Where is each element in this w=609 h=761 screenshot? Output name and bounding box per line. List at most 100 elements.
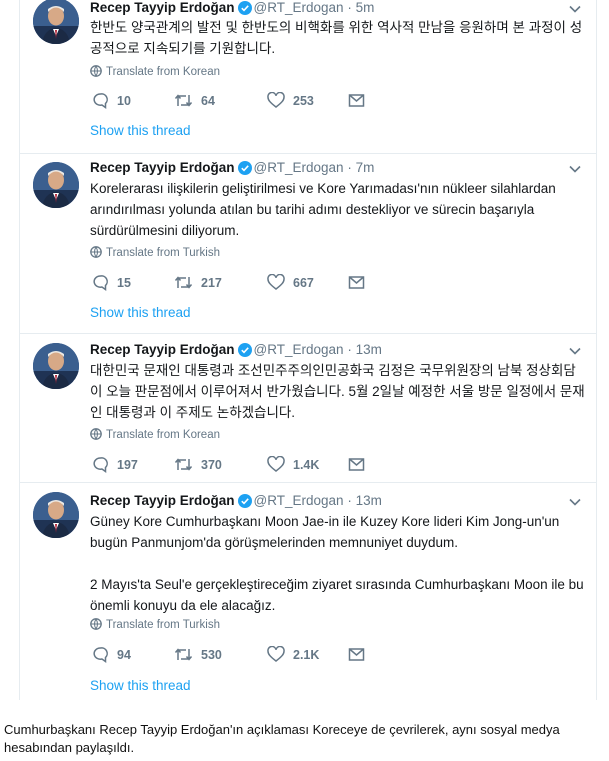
reply-icon [93,647,108,663]
like-count: 2.1K [293,648,320,662]
reply-count: 10 [117,94,131,108]
translate-link[interactable]: Translate from Turkish [90,618,220,632]
message-button[interactable] [348,273,373,293]
reply-button[interactable]: 94 [92,645,131,665]
like-count: 1.4K [293,458,320,472]
verified-icon [237,494,252,508]
tweet-paragraph: 대한민국 문재인 대통령과 조선민주주의인민공화국 김정은 국무위원장의 남북 … [90,363,585,420]
tweet-paragraph: 2 Mayıs'ta Seul'e gerçekleştireceğim ziy… [90,577,584,613]
author-handle[interactable]: @RT_Erdogan [254,160,344,175]
like-count: 253 [293,94,314,108]
image-caption: Cumhurbaşkanı Recep Tayyip Erdoğan'ın aç… [4,722,560,755]
author-name[interactable]: Recep Tayyip Erdoğan [90,0,235,15]
tweet-header: Recep Tayyip Erdoğan @RT_Erdogan · 7m [90,159,374,177]
avatar[interactable] [33,492,79,538]
author-handle[interactable]: @RT_Erdogan [254,342,344,357]
globe-icon [90,65,102,77]
chevron-down-icon[interactable] [568,2,582,16]
globe-icon [90,428,102,440]
retweet-button[interactable]: 370 [174,455,222,475]
separator: · [347,493,352,508]
reply-icon [93,93,108,109]
timeline: Recep Tayyip Erdoğan @RT_Erdogan · 5m 한반도… [19,0,597,700]
timestamp[interactable]: 13m [356,342,382,357]
reply-button[interactable]: 15 [92,273,131,293]
tweet-header: Recep Tayyip Erdoğan @RT_Erdogan · 5m [90,0,374,17]
show-thread-link[interactable]: Show this thread [90,304,191,322]
retweet-count: 370 [201,458,222,472]
show-thread-link[interactable]: Show this thread [90,122,191,140]
retweet-button[interactable]: 64 [174,91,215,111]
reply-count: 15 [117,276,131,290]
avatar[interactable] [33,0,79,44]
reply-button[interactable]: 197 [92,455,138,475]
retweet-icon [174,648,193,661]
retweet-icon [174,94,193,107]
like-button[interactable]: 667 [267,273,314,293]
like-icon [267,273,285,290]
tweet[interactable]: Recep Tayyip Erdoğan @RT_Erdogan · 5m 한반도… [20,0,596,154]
translate-label: Translate from Korean [106,66,220,78]
tweet-paragraph: Güney Kore Cumhurbaşkanı Moon Jae-in ile… [90,514,560,550]
translate-link[interactable]: Translate from Turkish [90,246,220,260]
retweet-button[interactable]: 217 [174,273,222,293]
like-count: 667 [293,276,314,290]
reply-icon [93,457,108,473]
tweet[interactable]: Recep Tayyip Erdoğan @RT_Erdogan · 13m 대한… [20,334,596,483]
globe-icon [90,246,102,258]
timestamp[interactable]: 7m [356,160,375,175]
author-name[interactable]: Recep Tayyip Erdoğan [90,160,235,175]
author-name[interactable]: Recep Tayyip Erdoğan [90,493,235,508]
like-button[interactable]: 2.1K [267,645,319,665]
tweet[interactable]: Recep Tayyip Erdoğan @RT_Erdogan · 13m Gü… [20,483,596,700]
retweet-icon [174,276,193,289]
translate-label: Translate from Turkish [106,247,220,259]
retweet-count: 217 [201,276,222,290]
separator: · [347,342,352,357]
chevron-down-icon[interactable] [568,495,582,509]
author-handle[interactable]: @RT_Erdogan [254,0,344,15]
like-button[interactable]: 253 [267,91,314,111]
tweet-header: Recep Tayyip Erdoğan @RT_Erdogan · 13m [90,492,382,510]
avatar[interactable] [33,162,79,208]
tweet-text: Korelerarası ilişkilerin geliştirilmesi … [90,178,585,241]
message-icon [348,94,365,107]
like-button[interactable]: 1.4K [267,455,319,475]
separator: · [347,0,352,15]
chevron-down-icon[interactable] [568,344,582,358]
verified-icon [237,1,252,15]
globe-icon [90,618,102,630]
author-name[interactable]: Recep Tayyip Erdoğan [90,342,235,357]
message-button[interactable] [348,455,373,475]
tweet-text: 한반도 양국관계의 발전 및 한반도의 비핵화를 위한 역사적 만남을 응원하며… [90,17,585,59]
timestamp[interactable]: 5m [356,0,375,15]
like-icon [267,91,285,108]
reply-icon [93,275,108,291]
translate-link[interactable]: Translate from Korean [90,428,220,442]
translate-link[interactable]: Translate from Korean [90,65,220,79]
retweet-count: 530 [201,648,222,662]
message-icon [348,458,365,471]
message-button[interactable] [348,645,373,665]
message-button[interactable] [348,91,373,111]
tweet-text: 대한민국 문재인 대통령과 조선민주주의인민공화국 김정은 국무위원장의 남북 … [90,360,585,423]
reply-button[interactable]: 10 [92,91,131,111]
retweet-icon [174,458,193,471]
show-thread-link[interactable]: Show this thread [90,677,191,695]
retweet-count: 64 [201,94,215,108]
tweet-text: Güney Kore Cumhurbaşkanı Moon Jae-in ile… [90,511,585,616]
translate-label: Translate from Turkish [106,619,220,631]
author-handle[interactable]: @RT_Erdogan [254,493,344,508]
tweet[interactable]: Recep Tayyip Erdoğan @RT_Erdogan · 7m Kor… [20,154,596,334]
verified-icon [237,161,252,175]
chevron-down-icon[interactable] [568,162,582,176]
timestamp[interactable]: 13m [356,493,382,508]
reply-count: 197 [117,458,138,472]
like-icon [267,645,285,662]
avatar[interactable] [33,343,79,389]
retweet-button[interactable]: 530 [174,645,222,665]
verified-icon [237,343,252,357]
message-icon [348,648,365,661]
message-icon [348,276,365,289]
separator: · [347,160,352,175]
